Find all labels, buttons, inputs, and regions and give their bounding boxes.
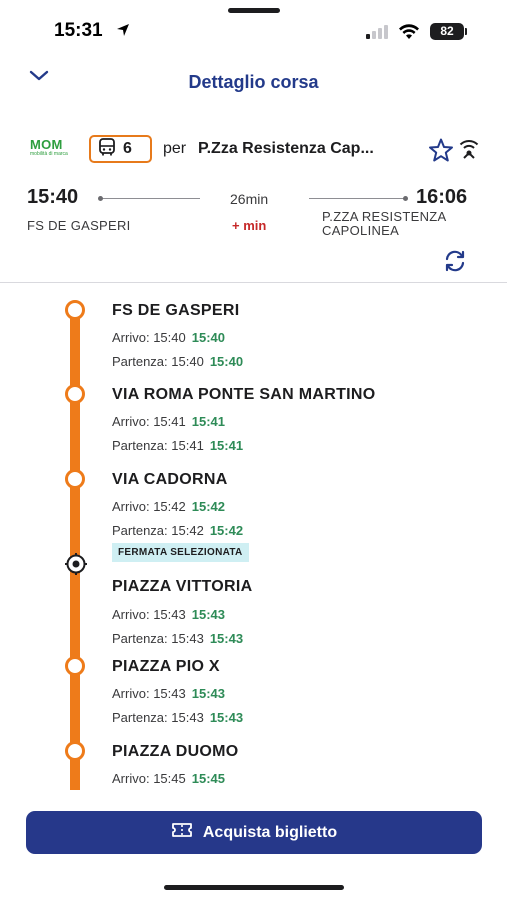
buy-ticket-button[interactable]: Acquista biglietto [26,811,482,854]
arrival-row: Arrivo: 15:43 15:43 [112,686,225,701]
scheduled-departure: 15:40 [171,354,204,369]
line-destination: P.Zza Resistenza Cap... [198,140,374,157]
realtime-departure: 15:43 [209,710,244,725]
departure-label: Partenza: [112,710,168,725]
scheduled-arrival: 15:40 [153,330,186,345]
departure-row: Partenza: 15:43 15:43 [112,710,243,725]
arrival-row: Arrivo: 15:41 15:41 [112,414,225,429]
arrival-row: Arrivo: 15:45 15:45 [112,771,225,786]
stop-item-selected[interactable]: FERMATA SELEZIONATA PIAZZA VITTORIA Arri… [0,543,507,653]
scheduled-arrival: 15:45 [153,771,186,786]
realtime-arrival: 15:45 [191,771,225,786]
realtime-arrival: 15:43 [191,607,225,622]
arrival-label: Arrivo: [112,607,150,622]
stop-timeline: FS DE GASPERI Arrivo: 15:40 15:40 Partenz… [0,283,507,790]
page-header: Dettaglio corsa [0,64,507,100]
status-time: 15:31 [54,20,103,41]
delay-indicator: + min [232,218,267,233]
origin-stop: FS DE GASPERI [27,218,131,233]
line-badge: 6 [89,135,152,163]
line-info: MOM mobilità di marca 6 per P.Zza Resist… [0,134,507,166]
ticket-icon [171,821,193,844]
arrival-row: Arrivo: 15:42 15:42 [112,499,225,514]
destination-stop: P.ZZA RESISTENZA CAPOLINEA [322,209,446,238]
scheduled-arrival: 15:41 [153,414,186,429]
selected-stop-icon [65,553,87,575]
departure-row: Partenza: 15:41 15:41 [112,438,243,453]
realtime-departure: 15:43 [209,631,244,646]
departure-label: Partenza: [112,631,168,646]
stop-name: FS DE GASPERI [112,302,240,319]
realtime-arrival: 15:43 [191,686,225,701]
wifi-icon [398,23,420,45]
arrival-label: Arrivo: [112,414,150,429]
arrival-row: Arrivo: 15:40 15:40 [112,330,225,345]
scheduled-arrival: 15:43 [153,686,186,701]
realtime-arrival: 15:42 [191,499,225,514]
scheduled-departure: 15:42 [171,523,204,538]
stop-name: PIAZZA PIO X [112,658,220,675]
trip-summary: 15:40 26min 16:06 + min FS DE GASPERI P.… [0,186,507,246]
realtime-arrival: 15:40 [191,330,225,345]
duration-rail-left [98,196,200,201]
trip-duration: 26min [230,191,269,207]
realtime-departure: 15:42 [209,523,244,538]
per-label: per [163,140,187,157]
operator-logo-text: MOM [30,137,63,152]
stop-name: VIA ROMA PONTE SAN MARTINO [112,386,376,403]
stop-name: PIAZZA VITTORIA [112,578,253,595]
status-bar: 15:31 82 [0,18,507,46]
arrival-row: Arrivo: 15:43 15:43 [112,607,225,622]
operator-tagline: mobilità di marca [30,151,68,157]
departure-row: Partenza: 15:40 15:40 [112,354,243,369]
battery-indicator: 82 [430,23,467,40]
star-icon[interactable] [428,137,454,168]
location-arrow-icon [116,23,130,42]
line-number: 6 [123,140,132,157]
scheduled-departure: 15:43 [171,710,204,725]
arrival-label: Arrivo: [112,686,150,701]
stop-node [65,469,85,489]
departure-row: Partenza: 15:43 15:43 [112,631,243,646]
stop-node [65,384,85,404]
scheduled-departure: 15:43 [171,631,204,646]
screen: 15:31 82 Dettaglio corsa MOM mobilità di… [0,0,507,900]
stop-node [65,741,85,761]
arrival-label: Arrivo: [112,771,150,786]
cellular-signal-icon [366,25,388,39]
selected-stop-badge: FERMATA SELEZIONATA [112,543,249,562]
scheduled-arrival: 15:43 [153,607,186,622]
top-grabber [227,8,280,13]
arrival-label: Arrivo: [112,330,150,345]
buy-ticket-label: Acquista biglietto [202,823,338,841]
operator-logo: MOM mobilità di marca [30,138,76,157]
home-indicator [164,885,344,890]
bus-icon [97,137,117,162]
scheduled-departure: 15:41 [171,438,204,453]
arrival-time: 16:06 [416,186,468,208]
realtime-signal-icon [456,138,482,165]
duration-rail-right [309,196,408,201]
stop-item[interactable]: PIAZZA DUOMO Arrivo: 15:45 15:45 [0,741,507,790]
departure-label: Partenza: [112,354,168,369]
departure-label: Partenza: [112,523,168,538]
stop-node [65,656,85,676]
stop-node [65,300,85,320]
refresh-icon[interactable] [443,250,467,277]
page-title: Dettaglio corsa [188,72,319,92]
realtime-arrival: 15:41 [191,414,225,429]
stop-name: PIAZZA DUOMO [112,743,239,760]
scheduled-arrival: 15:42 [153,499,186,514]
departure-label: Partenza: [112,438,168,453]
realtime-departure: 15:41 [209,438,244,453]
stop-name: VIA CADORNA [112,471,228,488]
realtime-departure: 15:40 [209,354,244,369]
departure-time: 15:40 [27,186,79,208]
departure-row: Partenza: 15:42 15:42 [112,523,243,538]
arrival-label: Arrivo: [112,499,150,514]
